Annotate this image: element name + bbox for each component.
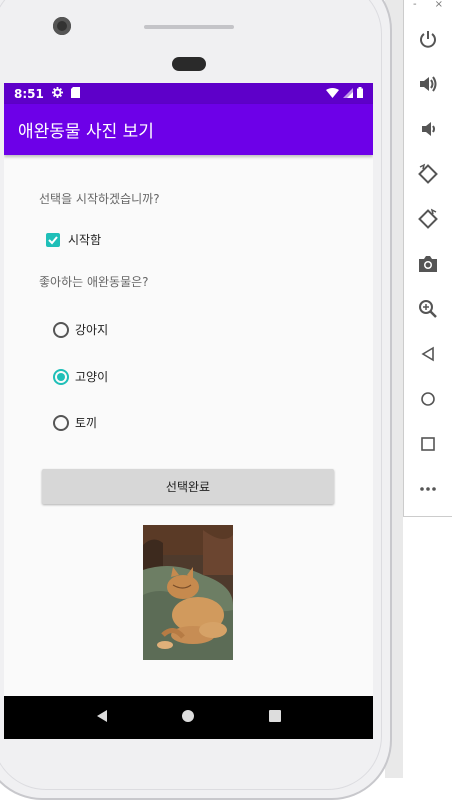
volume-down-button[interactable] [404,109,452,149]
emulator-sidebar: - × [403,0,452,517]
volume-up-button[interactable] [404,64,452,104]
radio-label-dog: 강아지 [75,323,109,337]
home-nav-icon[interactable] [181,708,195,727]
front-camera [53,17,71,35]
status-bar: 8:51 [4,83,373,104]
sd-card-icon [70,86,80,101]
device-screen: 8:51 애완동물 사진 보기 선택을 시작하겠습니까? 시작함 좋아하는 애완… [4,83,373,739]
start-checkbox-label: 시작함 [68,233,102,247]
navigation-bar [4,696,373,739]
back-button[interactable] [404,334,452,374]
check-icon [48,235,58,244]
start-checkbox-row[interactable]: 시작함 [46,231,101,248]
home-icon [421,392,435,406]
earpiece-line [144,25,234,29]
settings-icon [51,86,63,101]
radio-option-dog[interactable]: 강아지 [53,321,108,338]
radio-option-rabbit[interactable]: 토끼 [53,414,97,431]
window-controls: - × [404,0,452,12]
more-button[interactable] [404,469,452,509]
radio-button-cat[interactable] [53,368,69,385]
rotate-left-button[interactable] [404,154,452,194]
rotate-left-icon [418,163,438,184]
radio-button-dog[interactable] [53,321,69,338]
more-icon [420,487,436,491]
cell-signal-icon [343,87,353,101]
close-button[interactable]: × [435,0,443,12]
app-bar: 애완동물 사진 보기 [4,104,373,155]
overview-nav-icon[interactable] [268,708,282,727]
back-nav-icon[interactable] [95,708,109,727]
question-start: 선택을 시작하겠습니까? [39,192,160,206]
zoom-button[interactable] [404,289,452,329]
question-pet: 좋아하는 애완동물은? [39,275,149,289]
overview-button[interactable] [404,424,452,464]
battery-icon [357,86,363,101]
earpiece-speaker [172,57,206,71]
home-button[interactable] [404,379,452,419]
volume-down-icon [422,122,435,136]
minimize-button[interactable]: - [413,0,417,12]
start-checkbox[interactable] [46,232,60,247]
app-title: 애완동물 사진 보기 [18,122,154,142]
camera-icon [419,256,437,272]
power-button[interactable] [404,19,452,59]
rotate-right-button[interactable] [404,199,452,239]
overview-icon [421,437,435,451]
status-time: 8:51 [14,86,44,101]
rotate-right-icon [418,208,438,229]
submit-button[interactable]: 선택완료 [42,469,334,504]
zoom-icon [419,300,437,318]
radio-button-rabbit[interactable] [53,414,69,431]
back-icon [421,346,434,362]
radio-label-rabbit: 토끼 [75,416,98,430]
pet-photo [143,525,233,660]
power-icon [420,31,436,48]
radio-option-cat[interactable]: 고양이 [53,368,108,385]
volume-up-icon [420,76,437,92]
wifi-icon [326,87,339,101]
radio-label-cat: 고양이 [75,370,109,384]
screenshot-button[interactable] [404,244,452,284]
